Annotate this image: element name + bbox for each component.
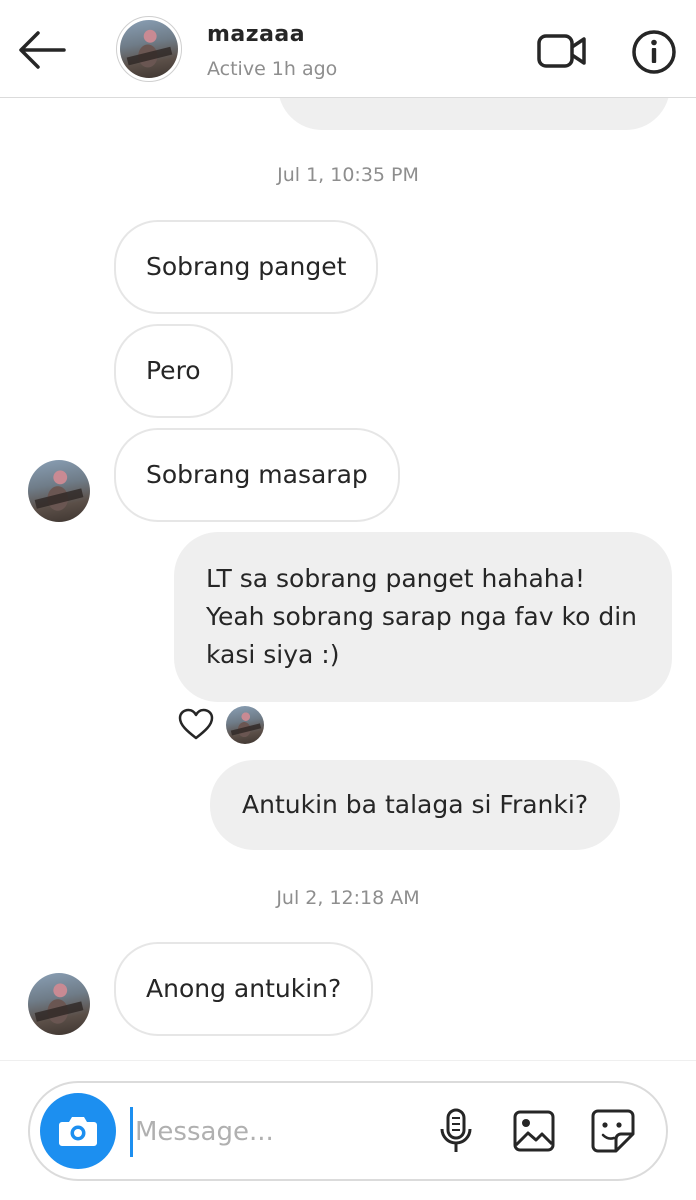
message-thread[interactable]: Jul 1, 10:35 PM Sobrang panget Pero Sobr… <box>0 98 696 1060</box>
video-call-button[interactable] <box>532 26 592 76</box>
avatar-image <box>226 706 264 744</box>
sticker-button[interactable] <box>585 1103 641 1159</box>
gallery-icon <box>513 1110 555 1152</box>
chat-header: mazaaa Active 1h ago <box>0 0 696 98</box>
message-bubble-incoming[interactable]: Anong antukin? <box>114 942 374 1036</box>
camera-icon <box>59 1117 97 1146</box>
timestamp: Jul 1, 10:35 PM <box>277 164 419 186</box>
timestamp: Jul 2, 12:18 AM <box>276 887 420 909</box>
gallery-button[interactable] <box>506 1103 562 1159</box>
message-bubble-outgoing[interactable]: LT sa sobrang panget hahaha! Yeah sobran… <box>174 532 672 702</box>
avatar-image <box>120 20 178 78</box>
message-bubble-outgoing[interactable]: Antukin ba talaga si Franki? <box>210 760 621 850</box>
message-bubble-incoming[interactable]: Sobrang panget <box>114 220 379 314</box>
message-bubble-incoming[interactable]: Pero <box>114 324 233 418</box>
arrow-left-icon <box>19 31 66 69</box>
contact-active-status: Active 1h ago <box>207 58 338 80</box>
microphone-icon <box>440 1108 472 1152</box>
message-bubble-outgoing-truncated[interactable] <box>278 98 670 130</box>
message-reaction[interactable] <box>176 705 216 743</box>
contact-avatar[interactable] <box>116 16 182 82</box>
composer-bar <box>0 1060 696 1200</box>
heart-icon <box>178 708 214 740</box>
avatar-image <box>28 973 90 1035</box>
video-call-icon <box>537 34 586 68</box>
sticker-icon <box>591 1109 635 1153</box>
back-button[interactable] <box>14 22 70 78</box>
reactor-avatar[interactable] <box>226 706 264 744</box>
contact-message-avatar[interactable] <box>28 460 90 522</box>
conversation-info-button[interactable] <box>626 26 682 78</box>
voice-message-button[interactable] <box>428 1103 484 1159</box>
message-composer <box>28 1081 668 1181</box>
contact-username[interactable]: mazaaa <box>207 22 305 47</box>
message-input[interactable] <box>130 1107 420 1157</box>
camera-button[interactable] <box>40 1093 116 1169</box>
contact-message-avatar[interactable] <box>28 973 90 1035</box>
avatar-image <box>28 460 90 522</box>
message-bubble-incoming[interactable]: Sobrang masarap <box>114 428 400 522</box>
info-icon <box>632 30 676 74</box>
